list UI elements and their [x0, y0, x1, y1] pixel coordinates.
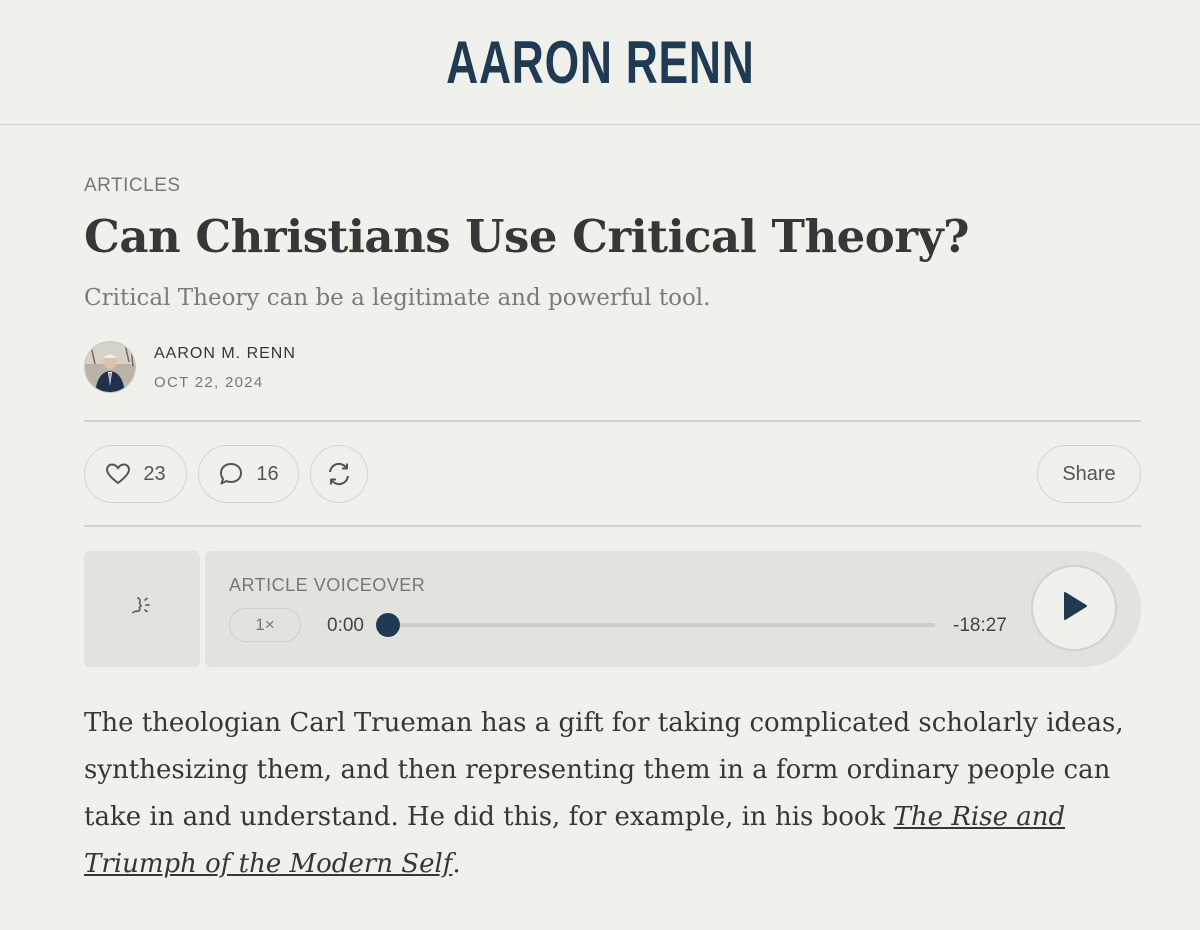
- site-header: AARON RENN: [0, 0, 1200, 125]
- share-label: Share: [1062, 462, 1116, 485]
- like-button[interactable]: 23: [84, 445, 187, 503]
- voiceover-player: ARTICLE VOICEOVER 1× 0:00 -18:27: [205, 551, 1141, 667]
- heart-icon: [105, 462, 131, 486]
- restack-button[interactable]: [310, 445, 368, 503]
- progress-thumb[interactable]: [376, 613, 400, 637]
- play-icon: [1059, 590, 1089, 627]
- comment-bubble-icon: [218, 461, 244, 487]
- post-subtitle: Critical Theory can be a legitimate and …: [84, 285, 711, 311]
- post-category[interactable]: ARTICLES: [84, 175, 181, 197]
- voiceover-icon-panel: [84, 551, 200, 667]
- like-count: 23: [143, 462, 166, 485]
- site-logo[interactable]: AARON RENN: [446, 28, 754, 97]
- comment-button[interactable]: 16: [198, 445, 299, 503]
- share-button[interactable]: Share: [1037, 445, 1141, 503]
- playback-speed-button[interactable]: 1×: [229, 608, 301, 642]
- progress-track[interactable]: [389, 623, 935, 627]
- divider: [84, 525, 1141, 527]
- current-time: 0:00: [327, 615, 364, 636]
- post-title: Can Christians Use Critical Theory?: [84, 210, 970, 263]
- author-name[interactable]: AARON M. RENN: [154, 345, 296, 363]
- post-date: OCT 22, 2024: [154, 374, 264, 391]
- comment-count: 16: [256, 462, 279, 485]
- play-button[interactable]: [1031, 565, 1117, 651]
- restack-icon: [326, 461, 352, 487]
- divider: [84, 420, 1141, 422]
- speaker-icon: [126, 591, 158, 628]
- remaining-time: -18:27: [953, 615, 1007, 636]
- voiceover-label: ARTICLE VOICEOVER: [229, 575, 426, 595]
- author-avatar[interactable]: [84, 341, 136, 393]
- paragraph-end: .: [452, 849, 461, 879]
- article-paragraph: The theologian Carl Trueman has a gift f…: [84, 700, 1144, 888]
